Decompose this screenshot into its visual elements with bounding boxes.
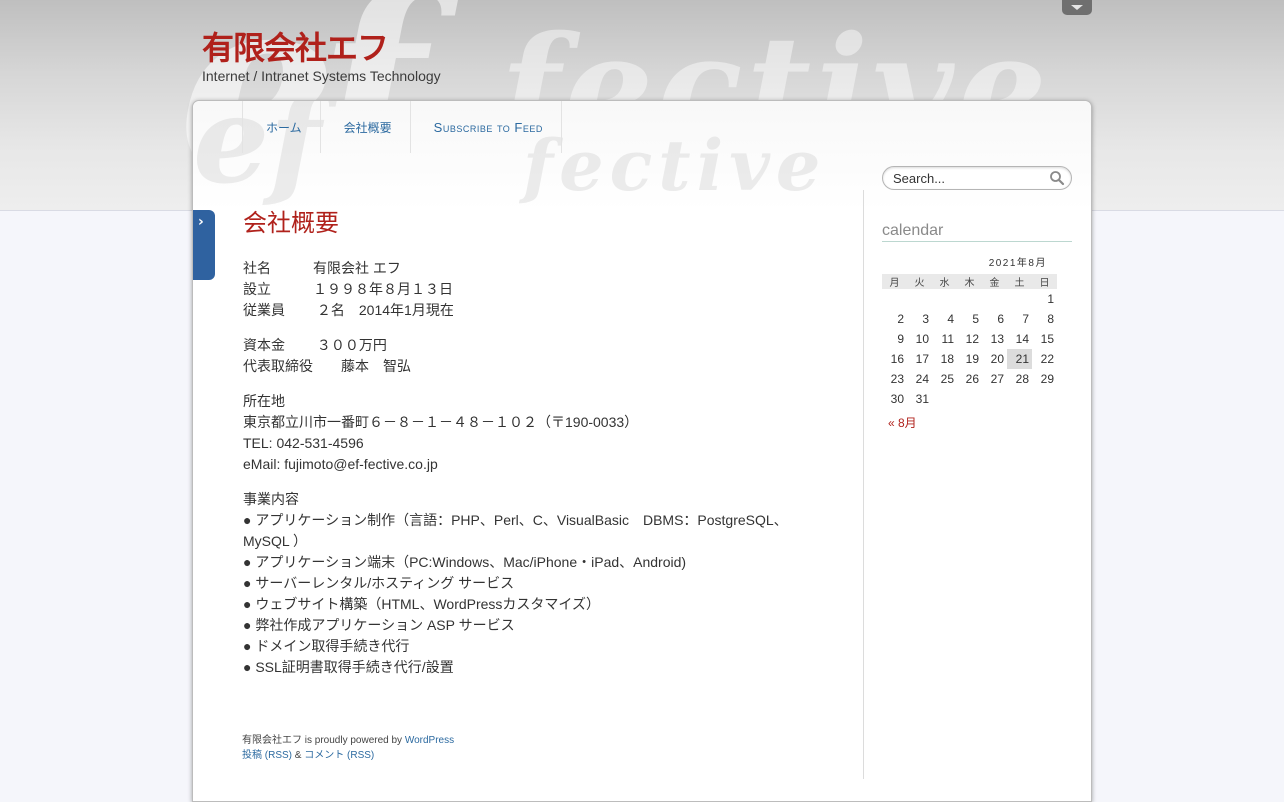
calendar-day: 18 — [940, 352, 954, 366]
representative-row: 代表取締役 藤本 智弘 — [243, 358, 411, 374]
calendar-day: 30 — [890, 392, 904, 406]
page-content: 社名 有限会社 エフ 設立 １９９８年８月１３日 従業員 ２名 2014年1月現… — [243, 258, 803, 692]
calendar-day: 14 — [1015, 332, 1029, 346]
calendar-day — [907, 289, 932, 309]
calendar-day — [1007, 289, 1032, 309]
calendar-day: 31 — [915, 392, 929, 406]
calendar-week: 23 24 25 26 27 28 29 — [882, 369, 1057, 389]
footer-amp: & — [292, 750, 305, 761]
chevron-down-icon[interactable] — [1062, 0, 1092, 15]
business-label: 事業内容 — [243, 491, 299, 507]
footer-site-name: 有限会社エフ — [242, 735, 302, 746]
nav-item-0[interactable]: ホーム — [243, 101, 321, 153]
chevron-right-icon: › — [198, 214, 204, 230]
calendar-day: 22 — [1040, 352, 1054, 366]
calendar-table: 2021年8月 月火水木金土日 1 2 3 4 5 6 7 8 9 10 11 12 13 14 15 16 1… — [882, 254, 1057, 409]
calendar-day: 8 — [1047, 312, 1054, 326]
address-text: 東京都立川市一番町６－８－１－４８－１０２（〒190-0033） — [243, 414, 639, 430]
calendar-week: 30 31 — [882, 389, 1057, 409]
calendar-day: 17 — [915, 352, 929, 366]
calendar-day: 27 — [990, 372, 1004, 386]
footer: 有限会社エフ is proudly powered by WordPress 投… — [242, 733, 454, 763]
business-item: ● サーバーレンタル/ホスティング サービス — [243, 575, 515, 591]
calendar-prev-month-link[interactable]: « 8月 — [888, 414, 917, 431]
business-list: ● アプリケーション制作（言語：PHP、Perl、C、VisualBasic D… — [243, 512, 788, 675]
sidebar-divider — [863, 190, 864, 779]
calendar-day: 1 — [1047, 292, 1054, 306]
main-navigation: ホーム 会社概要 Subscribe to Feed — [242, 101, 562, 153]
calendar-weekday: 日 — [1032, 274, 1057, 289]
posts-rss-link[interactable]: 投稿 (RSS) — [242, 750, 292, 761]
calendar-day: 4 — [947, 312, 954, 326]
search-box — [882, 166, 1072, 190]
calendar-day: 11 — [941, 332, 954, 346]
employees-row: 従業員 ２名 2014年1月現在 — [243, 302, 454, 318]
calendar-day — [957, 389, 982, 409]
sidebar-toggle-tab[interactable]: › — [193, 210, 215, 280]
calendar-week: 1 — [882, 289, 1057, 309]
calendar-day — [932, 389, 957, 409]
calendar-day: 5 — [972, 312, 979, 326]
calendar-day: 29 — [1040, 372, 1054, 386]
calendar-day: 26 — [965, 372, 979, 386]
founded-row: 設立 １９９８年８月１３日 — [243, 281, 453, 297]
calendar-day: 19 — [965, 352, 979, 366]
calendar-day — [1032, 389, 1057, 409]
calendar-weekday: 火 — [907, 274, 932, 289]
email-text: eMail: fujimoto@ef-fective.co.jp — [243, 456, 438, 472]
site-title[interactable]: 有限会社エフ — [202, 28, 389, 68]
address-label: 所在地 — [243, 393, 285, 409]
calendar-day: 16 — [890, 352, 904, 366]
calendar-day: 3 — [922, 312, 929, 326]
search-icon[interactable] — [1049, 170, 1065, 186]
calendar-day: 6 — [997, 312, 1004, 326]
calendar-day — [1007, 389, 1032, 409]
calendar-day: 2 — [897, 312, 904, 326]
calendar-caption: 2021年8月 — [988, 258, 1047, 269]
business-item: ● アプリケーション制作（言語：PHP、Perl、C、VisualBasic D… — [243, 512, 788, 549]
wordpress-link[interactable]: WordPress — [405, 735, 454, 746]
calendar-day: 9 — [897, 332, 904, 346]
calendar-weekday: 水 — [932, 274, 957, 289]
calendar-day: 20 — [990, 352, 1004, 366]
capital-row: 資本金 ３００万円 — [243, 337, 387, 353]
calendar-weekday: 木 — [957, 274, 982, 289]
site-description: Internet / Intranet Systems Technology — [202, 68, 441, 84]
calendar-day — [882, 289, 907, 309]
calendar-day: 28 — [1015, 372, 1029, 386]
calendar-day — [957, 289, 982, 309]
calendar-day — [982, 289, 1007, 309]
calendar-day: 23 — [890, 372, 904, 386]
calendar-day: 12 — [965, 332, 979, 346]
calendar-day: 15 — [1040, 332, 1054, 346]
calendar-day: 25 — [940, 372, 954, 386]
calendar-weekday: 金 — [982, 274, 1007, 289]
business-item: ● SSL証明書取得手続き代行/設置 — [243, 659, 454, 675]
business-item: ● アプリケーション端末（PC:Windows、Mac/iPhone・iPad、… — [243, 554, 687, 570]
calendar-day: 24 — [915, 372, 929, 386]
calendar-day: 21 — [1007, 349, 1032, 369]
calendar-day: 10 — [915, 332, 929, 346]
business-item: ● ドメイン取得手続き代行 — [243, 638, 410, 654]
comments-rss-link[interactable]: コメント (RSS) — [304, 750, 374, 761]
calendar-week: 2 3 4 5 6 7 8 — [882, 309, 1057, 329]
nav-item-2[interactable]: Subscribe to Feed — [411, 101, 562, 153]
footer-powered-text: is proudly powered by — [302, 735, 405, 746]
nav-item-1[interactable]: 会社概要 — [321, 101, 411, 153]
calendar-week: 16 17 18 19 20 21 22 — [882, 349, 1057, 369]
search-input[interactable] — [893, 170, 1043, 186]
calendar-weekday: 月 — [882, 274, 907, 289]
company-name-row: 社名 有限会社 エフ — [243, 260, 401, 276]
calendar-week: 9 10 11 12 13 14 15 — [882, 329, 1057, 349]
business-item: ● ウェブサイト構築（HTML、WordPressカスタマイズ） — [243, 596, 601, 612]
calendar-day — [982, 389, 1007, 409]
page-title: 会社概要 — [243, 210, 339, 237]
calendar-day: 7 — [1022, 312, 1029, 326]
calendar-day: 13 — [990, 332, 1004, 346]
tel-text: TEL: 042-531-4596 — [243, 435, 364, 451]
calendar-weekday: 土 — [1007, 274, 1032, 289]
calendar-heading: calendar — [882, 221, 1072, 242]
calendar-day — [932, 289, 957, 309]
business-item: ● 弊社作成アプリケーション ASP サービス — [243, 617, 515, 633]
